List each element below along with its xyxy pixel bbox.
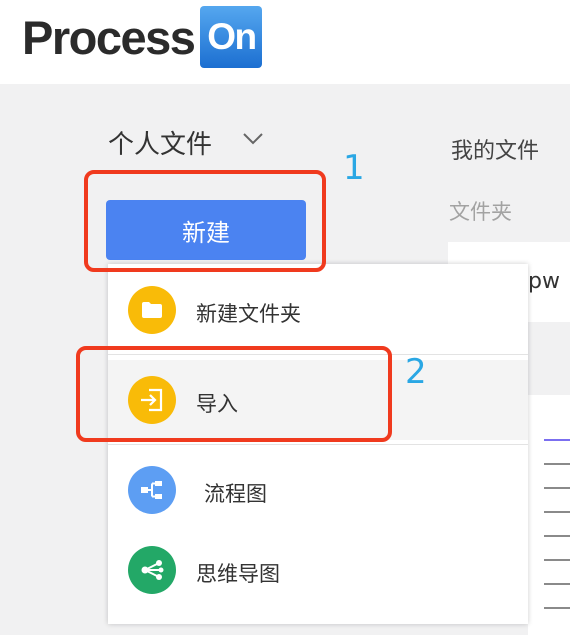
logo-wordmark: Process: [22, 10, 196, 64]
logo-badge: On: [200, 6, 263, 68]
menu-item-label: 新建文件夹: [196, 302, 301, 326]
list-line: [544, 559, 570, 561]
file-list-panel: [528, 395, 570, 635]
menu-item-label: 流程图: [204, 482, 267, 506]
workspace-selector[interactable]: 个人文件: [108, 124, 264, 161]
menu-item-mindmap[interactable]: 思维导图: [108, 530, 528, 610]
list-line: [544, 535, 570, 537]
workspace-label: 个人文件: [108, 130, 213, 160]
menu-item-flowchart[interactable]: 流程图: [108, 450, 528, 530]
menu-divider: [108, 444, 528, 445]
menu-item-label: 思维导图: [196, 562, 280, 586]
folder-card-name: pw: [528, 269, 560, 294]
list-line: [544, 607, 570, 609]
mindmap-icon: [128, 546, 176, 594]
list-line: [544, 463, 570, 465]
processon-logo[interactable]: Process On: [22, 2, 263, 72]
flowchart-icon: [128, 466, 176, 514]
annotation-number-1: 1: [343, 148, 365, 188]
list-line: [544, 487, 570, 489]
list-line: [544, 583, 570, 585]
chevron-down-icon: [242, 131, 264, 150]
folder-icon: [128, 286, 176, 334]
annotation-box-new: [84, 170, 326, 272]
folders-subtitle: 文件夹: [449, 200, 512, 224]
menu-item-new-folder[interactable]: 新建文件夹: [108, 270, 528, 350]
list-line: [544, 439, 570, 441]
list-line: [544, 511, 570, 513]
new-dropdown-menu: 新建文件夹 导入 流程图 思维导图: [108, 264, 528, 624]
header-bar: Process On: [0, 0, 570, 84]
annotation-box-import: [76, 346, 392, 442]
annotation-number-2: 2: [405, 352, 427, 392]
my-files-title: 我的文件: [451, 139, 540, 164]
